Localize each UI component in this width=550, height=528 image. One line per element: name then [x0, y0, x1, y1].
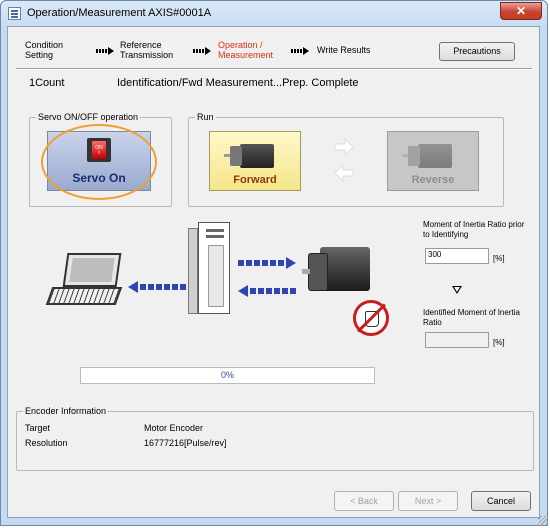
identified-inertia-label: Identified Moment of Inertia Ratio	[423, 308, 520, 327]
left-arrow-icon	[238, 285, 296, 297]
step-condition-setting: Condition Setting	[25, 40, 64, 60]
servo-drive-icon	[188, 222, 233, 314]
close-button[interactable]: ✕	[500, 2, 542, 20]
no-touch-icon	[353, 300, 389, 336]
encoder-group: Encoder Information	[16, 406, 534, 471]
servo-group-label: Servo ON/OFF operation	[36, 112, 141, 122]
step-write-results: Write Results	[317, 45, 371, 55]
cancel-button[interactable]: Cancel	[471, 491, 531, 511]
reverse-button[interactable]: Reverse	[387, 131, 479, 191]
encoder-target-label: Target	[25, 423, 51, 433]
encoder-target-value: Motor Encoder	[144, 423, 204, 433]
precautions-button[interactable]: Precautions	[439, 42, 515, 61]
divider	[16, 68, 532, 70]
resize-grip-icon[interactable]	[538, 516, 548, 526]
prior-inertia-input[interactable]: 300	[425, 248, 489, 264]
prior-inertia-label: Moment of Inertia Ratio prior to Identif…	[423, 220, 525, 239]
identified-inertia-unit: [%]	[493, 338, 505, 347]
left-arrow-icon	[128, 281, 186, 293]
app-window-icon	[8, 7, 21, 20]
encoder-resolution-value: 16777216[Pulse/rev]	[144, 438, 227, 448]
motor-icon	[402, 140, 452, 172]
status-message: Identification/Fwd Measurement...Prep. C…	[117, 77, 359, 89]
prior-inertia-unit: [%]	[493, 254, 505, 263]
forward-label: Forward	[233, 174, 277, 186]
title-bar[interactable]: Operation/Measurement AXIS#0001A ✕	[1, 1, 547, 27]
encoder-resolution-label: Resolution	[25, 438, 68, 448]
direction-arrows-icon	[334, 138, 354, 182]
next-button[interactable]: Next >	[398, 491, 458, 511]
step-arrow-icon	[291, 47, 309, 55]
down-triangle-icon	[452, 286, 462, 294]
back-button[interactable]: < Back	[334, 491, 394, 511]
step-arrow-icon	[193, 47, 211, 55]
step-arrow-icon	[96, 47, 114, 55]
run-group-label: Run	[195, 112, 216, 122]
window-title: Operation/Measurement AXIS#0001A	[27, 7, 212, 19]
computer-icon	[45, 253, 127, 309]
measurement-count: 1Count	[29, 77, 65, 89]
reverse-label: Reverse	[411, 174, 455, 186]
highlight-ring	[41, 124, 157, 200]
step-operation-measurement: Operation / Measurement	[218, 40, 274, 60]
servo-motor-icon	[302, 245, 372, 295]
step-reference-transmission: Reference Transmission	[120, 40, 174, 60]
identified-inertia-input	[425, 332, 489, 348]
motor-icon	[224, 140, 274, 172]
progress-bar: 0%	[80, 367, 375, 384]
encoder-group-label: Encoder Information	[23, 406, 109, 416]
forward-button[interactable]: Forward	[209, 131, 301, 191]
right-arrow-icon	[238, 257, 296, 269]
